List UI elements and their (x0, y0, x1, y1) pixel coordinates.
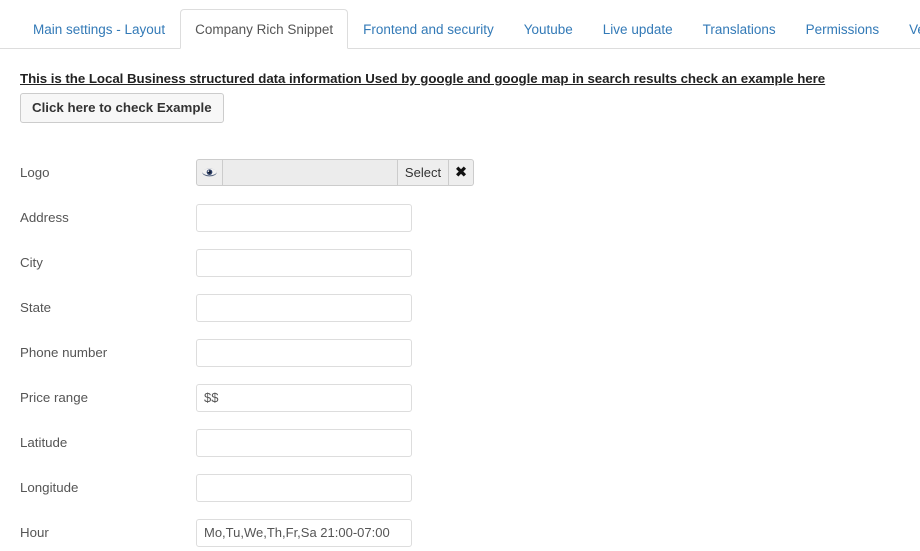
form-row-hour: Hour (20, 510, 900, 551)
city-label: City (20, 255, 43, 270)
tab-translations[interactable]: Translations (688, 9, 791, 49)
longitude-input[interactable] (196, 473, 412, 502)
logo-path-input[interactable] (222, 159, 397, 186)
close-glyph: ✖ (454, 163, 468, 181)
form-row-city: City (20, 240, 900, 285)
eye-icon[interactable] (196, 159, 223, 186)
address-input[interactable] (196, 203, 412, 232)
state-input[interactable] (196, 293, 412, 322)
longitude-label: Longitude (20, 480, 79, 495)
form-row-address: Address (20, 195, 900, 240)
hour-input[interactable] (196, 518, 412, 547)
logo-label: Logo (20, 165, 50, 180)
form-field-rows: Address City State Phone number Price range L… (20, 195, 900, 551)
close-icon[interactable]: ✖ (449, 159, 474, 186)
logo-select-button[interactable]: Select (396, 159, 450, 186)
phone-number-input[interactable] (196, 338, 412, 367)
tab-versions[interactable]: Versions (894, 9, 920, 49)
page-description: This is the Local Business structured da… (20, 71, 826, 86)
phone-number-label: Phone number (20, 345, 108, 360)
tab-live-update[interactable]: Live update (588, 9, 688, 49)
tab-permissions[interactable]: Permissions (791, 9, 895, 49)
logo-file-picker: Select ✖ (196, 159, 474, 186)
tab-main-settings-layout[interactable]: Main settings - Layout (18, 9, 180, 49)
form-row-logo: Logo Select ✖ (20, 150, 900, 195)
state-label: State (20, 300, 52, 315)
hour-label: Hour (20, 525, 49, 540)
form-row-latitude: Latitude (20, 420, 900, 465)
tab-frontend-and-security[interactable]: Frontend and security (348, 9, 509, 49)
latitude-input[interactable] (196, 428, 412, 457)
tab-company-rich-snippet[interactable]: Company Rich Snippet (180, 9, 349, 49)
check-example-button[interactable]: Click here to check Example (20, 93, 224, 123)
form-row-price-range: Price range (20, 375, 900, 420)
address-label: Address (20, 210, 69, 225)
tab-youtube[interactable]: Youtube (509, 9, 588, 49)
latitude-label: Latitude (20, 435, 68, 450)
rich-snippet-form: Logo Select ✖ Address City State Phone n… (20, 150, 900, 551)
form-row-state: State (20, 285, 900, 330)
tab-panel-company-rich-snippet: This is the Local Business structured da… (0, 49, 920, 551)
city-input[interactable] (196, 248, 412, 277)
price-range-input[interactable] (196, 383, 412, 412)
form-row-longitude: Longitude (20, 465, 900, 510)
settings-tab-bar: Main settings - Layout Company Rich Snipp… (0, 0, 920, 49)
form-row-phone-number: Phone number (20, 330, 900, 375)
price-range-label: Price range (20, 390, 88, 405)
